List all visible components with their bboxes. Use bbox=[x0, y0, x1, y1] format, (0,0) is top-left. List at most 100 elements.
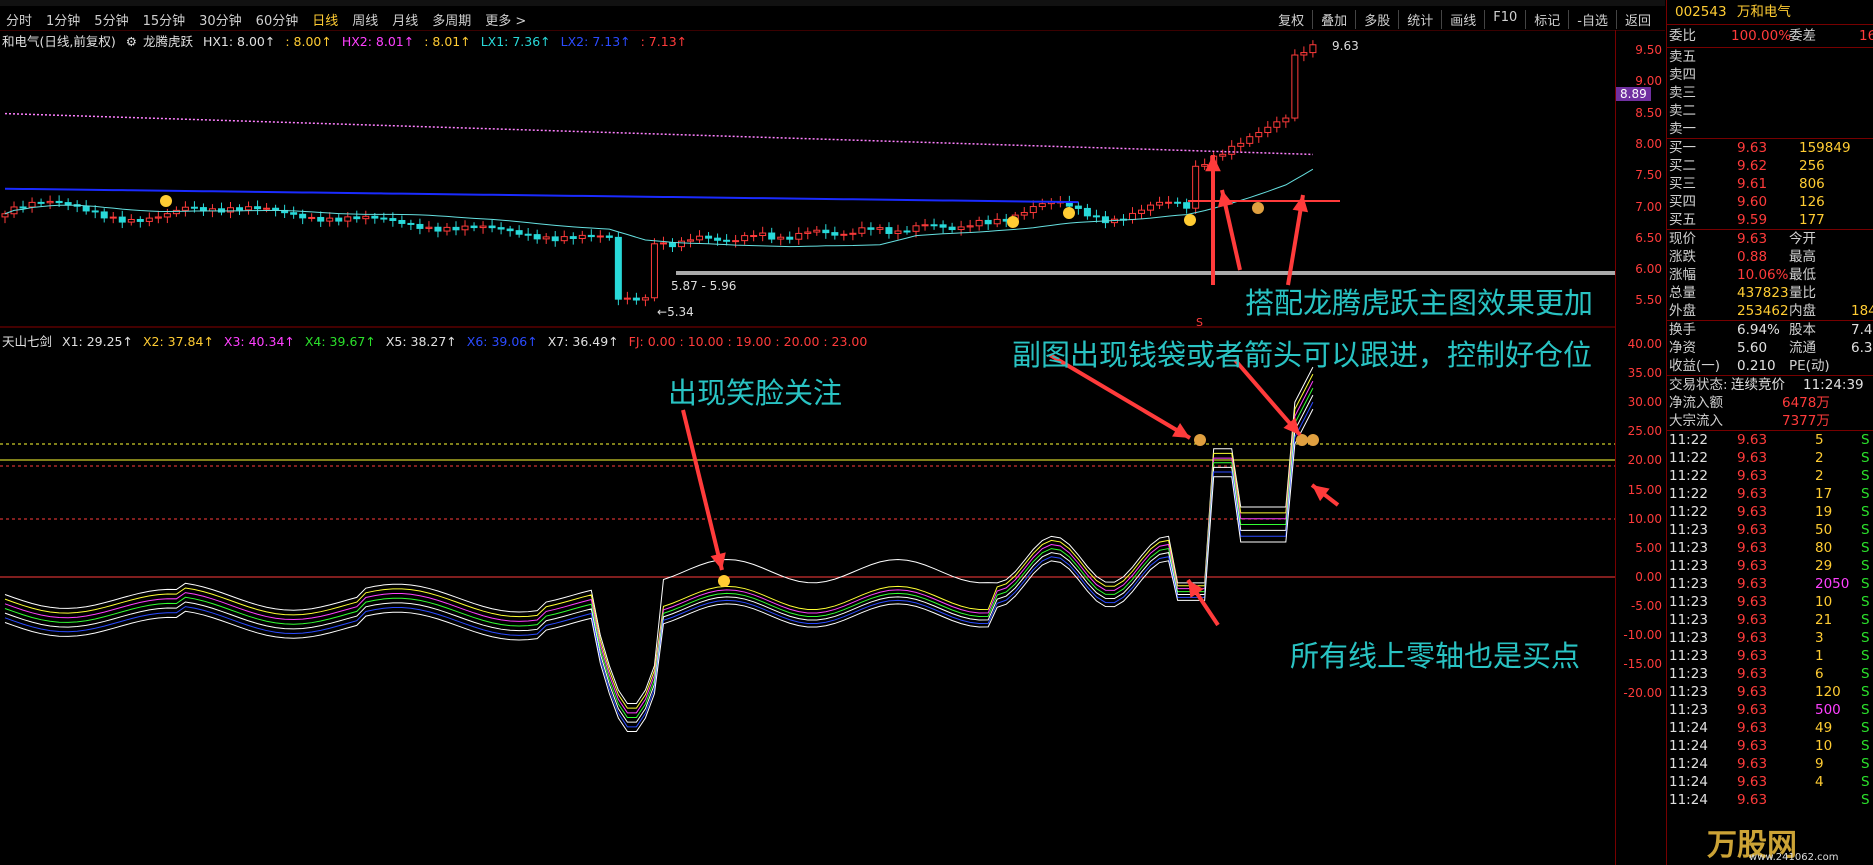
candle-body bbox=[470, 225, 478, 229]
candle-body bbox=[723, 239, 731, 242]
tick-side: S bbox=[1861, 576, 1870, 592]
tick-volume: 3 bbox=[1815, 630, 1824, 646]
candle-body bbox=[1020, 212, 1028, 216]
candle-body bbox=[993, 218, 1001, 225]
candle-body bbox=[614, 236, 622, 300]
buy-row: 买五 9.59 177 bbox=[1667, 211, 1873, 229]
tick-price: 9.63 bbox=[1737, 468, 1768, 484]
fin-label: 收益(一) bbox=[1669, 358, 1721, 374]
candle-body bbox=[1101, 216, 1109, 224]
candle-body bbox=[109, 216, 117, 219]
tick-price: 9.63 bbox=[1737, 432, 1768, 448]
candle-body bbox=[299, 213, 307, 219]
fin-label: 换手 bbox=[1669, 322, 1696, 338]
status-row: 交易状态: 连续竞价 11:24:39 bbox=[1667, 376, 1873, 394]
candle-body bbox=[227, 207, 234, 213]
candle-body bbox=[659, 242, 667, 245]
candle-body bbox=[479, 225, 487, 229]
sell-label: 卖四 bbox=[1669, 67, 1696, 83]
candle-body bbox=[461, 225, 469, 231]
fin-value: 5.60 bbox=[1737, 340, 1768, 356]
tick-row: 11:23 9.63 500 S bbox=[1667, 701, 1873, 719]
tick-side: S bbox=[1861, 594, 1870, 610]
tick-row: 11:24 9.63 10 S bbox=[1667, 737, 1873, 755]
candle-body bbox=[903, 230, 911, 233]
ma-pink-line bbox=[4, 112, 1313, 156]
sell-row: 卖三 bbox=[1667, 84, 1873, 102]
weicha-value: 16 bbox=[1859, 28, 1873, 44]
quote-label: 外盘 bbox=[1669, 303, 1696, 319]
tick-row: 11:22 9.63 2 S bbox=[1667, 467, 1873, 485]
candle-body bbox=[714, 237, 722, 241]
weibi-label: 委比 bbox=[1669, 28, 1696, 44]
candle-body bbox=[1309, 44, 1317, 54]
stock-name[interactable]: 万和电气 bbox=[1737, 4, 1791, 20]
candle-body bbox=[488, 225, 496, 229]
tick-price: 9.63 bbox=[1737, 756, 1768, 772]
candle-body bbox=[443, 226, 451, 232]
low-price-label: ←5.34 bbox=[657, 305, 694, 319]
tick-row: 11:22 9.63 19 S bbox=[1667, 503, 1873, 521]
tick-time: 11:24 bbox=[1669, 756, 1708, 772]
candle-body bbox=[741, 235, 749, 242]
candle-body bbox=[930, 224, 938, 227]
range-label: 5.87 - 5.96 bbox=[671, 279, 737, 293]
kline-chart[interactable] bbox=[0, 0, 1615, 865]
buy-volume: 177 bbox=[1799, 212, 1825, 228]
buy-price: 9.60 bbox=[1737, 194, 1768, 210]
candle-body bbox=[696, 235, 704, 241]
fin-value: 6.94% bbox=[1737, 322, 1780, 338]
candle-body bbox=[28, 201, 36, 208]
candle-body bbox=[425, 226, 433, 229]
fin-row: 换手 6.94% 股本 7.4 bbox=[1667, 321, 1873, 339]
tick-side: S bbox=[1861, 648, 1870, 664]
tick-side: S bbox=[1861, 450, 1870, 466]
buy-volume: 256 bbox=[1799, 158, 1825, 174]
candle-body bbox=[1138, 209, 1146, 214]
weicha-label: 委差 bbox=[1789, 28, 1816, 44]
tick-row: 11:23 9.63 3 S bbox=[1667, 629, 1873, 647]
candle-body bbox=[804, 231, 812, 234]
quote-row: 涨幅 10.06% 最低 bbox=[1667, 266, 1873, 284]
tool-button-8[interactable]: 返回 bbox=[1615, 10, 1659, 29]
tick-price: 9.63 bbox=[1737, 702, 1768, 718]
tick-side: S bbox=[1861, 738, 1870, 754]
candle-body bbox=[1201, 164, 1209, 167]
quote-row: 现价 9.63 今开 bbox=[1667, 230, 1873, 248]
tick-side: S bbox=[1861, 630, 1870, 646]
status-label: 交易状态: bbox=[1669, 377, 1728, 393]
buy-volume: 159849 bbox=[1799, 140, 1851, 156]
candle-body bbox=[1129, 212, 1136, 221]
candle-body bbox=[587, 234, 595, 238]
sub-tick-4: 20.00 bbox=[1627, 453, 1662, 468]
quote-label: 现价 bbox=[1669, 231, 1696, 247]
sub-tick-1: 35.00 bbox=[1627, 366, 1662, 381]
high-price-value: 9.63 bbox=[1332, 39, 1359, 53]
tick-list[interactable]: 11:22 9.63 5 S 11:22 9.63 2 S 11:22 9.63 2 S 11:22 9.… bbox=[1667, 430, 1873, 809]
tick-time: 11:22 bbox=[1669, 450, 1708, 466]
stock-code[interactable]: 002543 bbox=[1675, 4, 1727, 20]
candle-body bbox=[1, 213, 9, 218]
tick-volume: 500 bbox=[1815, 702, 1841, 718]
annotation-zero: 所有线上零轴也是买点 bbox=[1290, 639, 1581, 673]
quote-value: 0.88 bbox=[1737, 249, 1768, 265]
fin-row: 收益(一) 0.210 PE(动) bbox=[1667, 357, 1873, 375]
candle-body bbox=[1147, 204, 1155, 211]
candle-body bbox=[19, 206, 27, 209]
sub-tick-5: 15.00 bbox=[1627, 482, 1662, 497]
money-bag-icon bbox=[1296, 434, 1308, 446]
price-axis: 9.50 9.00 8.50 8.00 7.50 7.00 6.50 6.00 5.50 40.0… bbox=[1615, 30, 1666, 865]
candle-body bbox=[91, 210, 99, 213]
fin-label-2: 流通 bbox=[1789, 340, 1816, 356]
tick-volume: 80 bbox=[1815, 540, 1833, 556]
low-price-value: 5.34 bbox=[667, 305, 694, 319]
candle-body bbox=[380, 217, 388, 220]
candle-body bbox=[290, 212, 298, 215]
candle-body bbox=[371, 215, 379, 219]
candle-body bbox=[1246, 136, 1254, 144]
sell-row: 卖一 bbox=[1667, 120, 1873, 138]
candle-body bbox=[1282, 117, 1290, 123]
tick-volume: 10 bbox=[1815, 594, 1833, 610]
smiley-icon bbox=[1007, 216, 1019, 228]
candle-body bbox=[37, 201, 45, 204]
